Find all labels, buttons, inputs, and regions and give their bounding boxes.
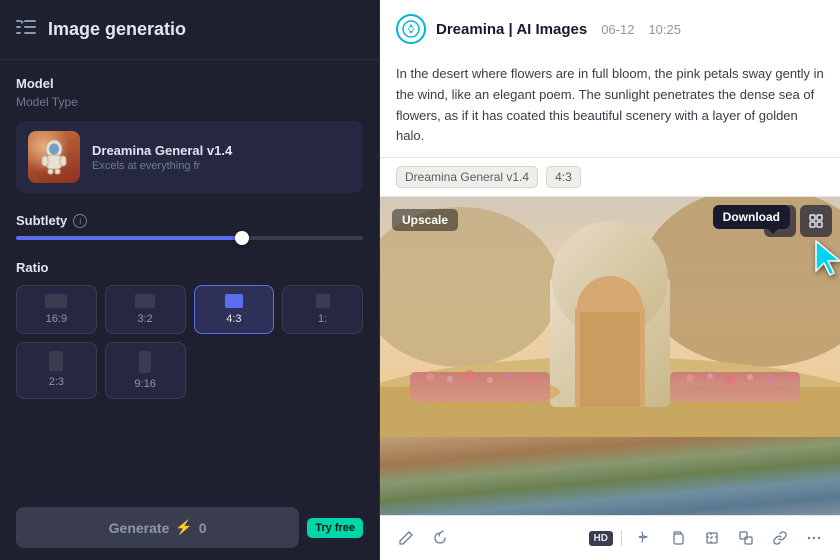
link-button[interactable] xyxy=(766,524,794,552)
right-panel: Dreamina | AI Images 06-12 10:25 In the … xyxy=(380,0,840,560)
model-thumbnail xyxy=(28,131,80,183)
subtlety-slider[interactable] xyxy=(16,236,363,240)
ratio-btn-2-3[interactable]: 2:3 xyxy=(16,342,97,399)
ratio-label: Ratio xyxy=(16,260,363,275)
expand-button[interactable] xyxy=(800,205,832,237)
download-tooltip: Download xyxy=(713,205,790,229)
ratio-grid-row1: 16:9 3:2 4:3 1: xyxy=(16,285,363,334)
generate-label: Generate xyxy=(109,520,170,536)
try-free-badge[interactable]: Try free xyxy=(307,518,363,538)
enhance-button[interactable] xyxy=(630,524,658,552)
ratio-btn-9-16[interactable]: 9:16 xyxy=(105,342,186,399)
left-panel: Image generatio Model Model Type xyxy=(0,0,380,560)
model-section-label: Model xyxy=(16,76,363,91)
generate-bar: Generate ⚡ 0 Try free xyxy=(16,507,363,548)
model-card[interactable]: Dreamina General v1.4 Excels at everythi… xyxy=(16,121,363,193)
ratio-btn-3-2[interactable]: 3:2 xyxy=(105,285,186,334)
model-info: Dreamina General v1.4 Excels at everythi… xyxy=(92,143,351,172)
header-date: 06-12 xyxy=(601,22,634,37)
dreamina-logo xyxy=(396,14,426,44)
model-section-sublabel: Model Type xyxy=(16,95,363,109)
resize-button[interactable] xyxy=(732,524,760,552)
left-content: Model Model Type Dreamina Gene xyxy=(0,60,379,435)
ratio-btn-16-9[interactable]: 16:9 xyxy=(16,285,97,334)
info-icon: i xyxy=(73,214,87,228)
tags-row: Dreamina General v1.4 4:3 xyxy=(380,158,840,197)
refresh-button[interactable] xyxy=(426,524,454,552)
ratio-btn-1-1[interactable]: 1: xyxy=(282,285,363,334)
bottom-toolbar: HD xyxy=(380,515,840,560)
image-container: Upscale Download xyxy=(380,197,840,515)
edit-button[interactable] xyxy=(392,524,420,552)
brand-name: Dreamina | AI Images xyxy=(436,21,587,38)
model-name: Dreamina General v1.4 xyxy=(92,143,351,158)
header-time: 10:25 xyxy=(648,22,681,37)
generate-button[interactable]: Generate ⚡ 0 xyxy=(16,507,299,548)
prompt-text: In the desert where flowers are in full … xyxy=(380,54,840,158)
crop-button[interactable] xyxy=(698,524,726,552)
hd-badge: HD xyxy=(589,531,613,546)
left-header: Image generatio xyxy=(0,0,379,60)
ratio-grid-row2: 2:3 9:16 xyxy=(16,342,363,399)
right-header: Dreamina | AI Images 06-12 10:25 xyxy=(380,0,840,54)
generate-icon: ⚡ xyxy=(175,519,192,536)
copy-button[interactable] xyxy=(664,524,692,552)
generate-count: 0 xyxy=(199,520,207,536)
upscale-badge[interactable]: Upscale xyxy=(392,209,458,231)
more-button[interactable] xyxy=(800,524,828,552)
tag-model: Dreamina General v1.4 xyxy=(396,166,538,188)
toolbar-divider xyxy=(621,530,622,546)
subtlety-label: Subtlety xyxy=(16,213,67,228)
model-desc: Excels at everything fr xyxy=(92,160,351,172)
ratio-btn-4-3[interactable]: 4:3 xyxy=(194,285,275,334)
page-title: Image generatio xyxy=(48,19,186,40)
tag-ratio: 4:3 xyxy=(546,166,581,188)
generated-image xyxy=(380,197,840,515)
subtlety-row: Subtlety i xyxy=(16,213,363,228)
menu-icon[interactable] xyxy=(16,18,36,41)
